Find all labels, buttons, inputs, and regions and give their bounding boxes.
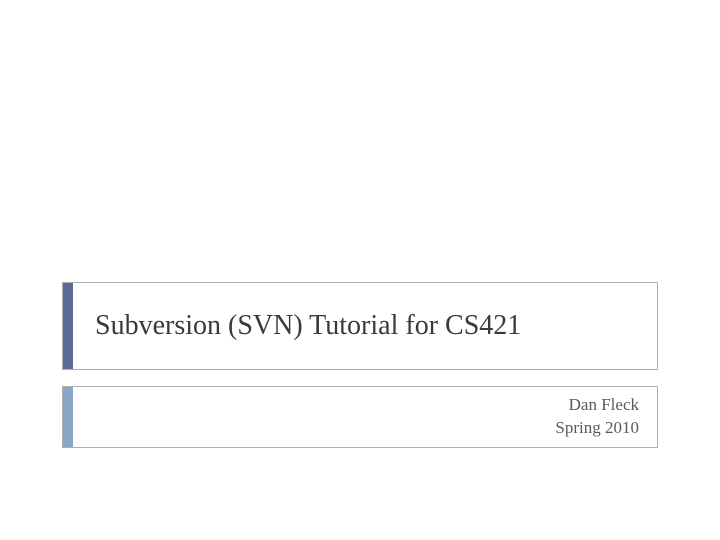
slide-title: Subversion (SVN) Tutorial for CS421 [73, 310, 521, 342]
subtitle-content: Dan Fleck Spring 2010 [73, 394, 657, 440]
author-text: Dan Fleck [73, 394, 639, 417]
subtitle-container: Dan Fleck Spring 2010 [62, 386, 658, 448]
term-text: Spring 2010 [73, 417, 639, 440]
subtitle-accent-bar [63, 387, 73, 447]
title-accent-bar [63, 283, 73, 369]
title-container: Subversion (SVN) Tutorial for CS421 [62, 282, 658, 370]
